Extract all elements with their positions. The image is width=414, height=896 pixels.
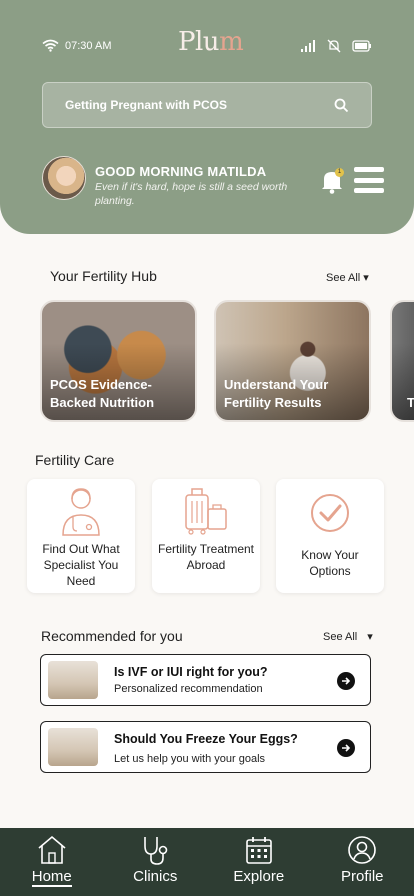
app-logo: Plum [178,27,244,57]
care-card-specialist[interactable]: Find Out What Specialist You Need [27,479,135,593]
greeting-title: GOOD MORNING MATILDA [95,164,267,179]
recommendation-thumbnail [48,661,98,699]
signal-icon [301,40,315,52]
hub-card-fertility-results[interactable]: Understand Your Fertility Results [214,300,371,422]
recommendation-thumbnail [48,728,98,766]
stethoscope-icon [144,837,168,865]
home-icon [38,835,66,864]
wifi-icon [42,39,59,52]
status-bar-left: 07:30 AM [42,39,111,52]
nav-label: Clinics [133,868,178,885]
check-circle-icon [311,494,349,532]
care-card-label: Know Your Options [301,548,359,578]
nav-label: Home [31,868,72,887]
hub-section-title: Your Fertility Hub [50,268,157,284]
menu-button[interactable] [354,167,384,193]
search-bar[interactable]: Getting Pregnant with PCOS [42,82,372,128]
greeting-quote: Even if it's hard, hope is still a seed … [95,181,288,207]
nav-label: Profile [340,868,384,885]
nav-item-explore[interactable]: Explore [207,828,311,896]
hamburger-line [354,177,384,183]
recommendation-ivf-iui[interactable]: Is IVF or IUI right for you? Personalize… [40,654,371,706]
mute-bell-icon [327,39,341,53]
hub-card-label: PCOS Evidence-Backed Nutrition [50,377,155,410]
arrow-right-icon[interactable] [337,739,355,757]
recommendation-subtitle: Let us help you with your goals [114,753,266,765]
hub-card-label: T [407,394,414,412]
nav-item-clinics[interactable]: Clinics [104,828,208,896]
recommendation-freeze-eggs[interactable]: Should You Freeze Your Eggs? Let us help… [40,721,371,773]
recommendation-title: Is IVF or IUI right for you? [114,665,268,679]
nav-label: Explore [233,868,285,885]
care-card-label: Fertility Treatment Abroad [157,542,255,572]
luggage-icon [185,488,227,535]
hub-card-label: Understand Your Fertility Results [224,377,329,410]
recommendation-subtitle: Personalized recommendation [114,683,263,695]
user-icon [348,836,377,864]
hub-card-partial[interactable]: T [390,300,414,422]
nav-item-profile[interactable]: Profile [311,828,414,896]
doctor-icon [62,488,100,536]
avatar[interactable] [42,156,86,200]
care-card-treatment-abroad[interactable]: Fertility Treatment Abroad [152,479,260,593]
care-card-label: Find Out What Specialist You Need [42,542,120,588]
status-time: 07:30 AM [65,39,112,52]
notification-badge: 1 [335,168,344,177]
care-card-know-options[interactable]: Know Your Options [276,479,384,593]
hub-card-pcos-nutrition[interactable]: PCOS Evidence-Backed Nutrition [40,300,197,422]
hamburger-line [354,167,384,172]
recommended-section-title: Recommended for you [41,628,183,644]
hamburger-line [354,188,384,193]
status-bar-right [300,39,372,53]
calendar-icon [245,837,272,864]
search-input[interactable]: Getting Pregnant with PCOS [65,98,334,112]
care-section-title: Fertility Care [35,452,115,468]
bottom-nav: Home Clinics Explore Profile [0,828,414,896]
recommendation-title: Should You Freeze Your Eggs? [114,732,298,746]
nav-item-home[interactable]: Home [0,828,104,896]
arrow-right-icon[interactable] [337,672,355,690]
recommended-see-all-link[interactable]: See All ▾ [323,630,373,643]
battery-icon [352,40,371,52]
search-icon[interactable] [334,98,349,113]
header: 07:30 AM Plum Getting Pregnant with PCOS… [0,0,414,234]
hub-see-all-link[interactable]: See All ▾ [326,271,369,284]
